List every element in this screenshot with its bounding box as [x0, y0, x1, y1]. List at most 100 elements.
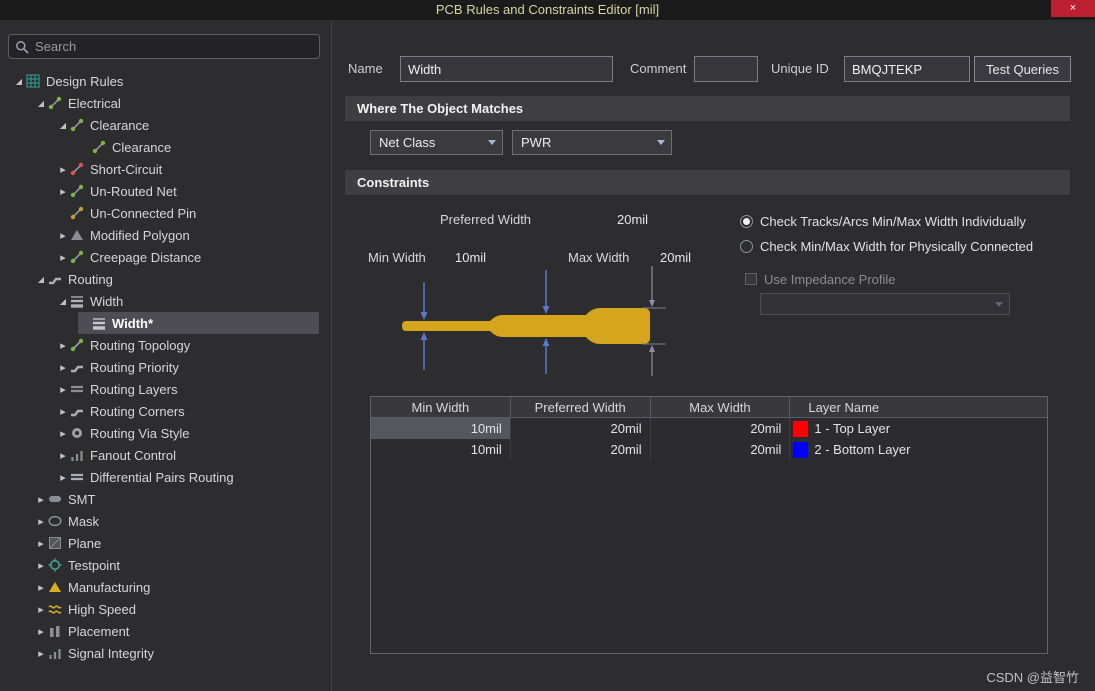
expand-arrow-icon[interactable]: ▸	[56, 251, 70, 264]
tree-item-label: Routing Layers	[90, 381, 178, 397]
width-rules-table: Min Width Preferred Width Max Width Layer N…	[370, 396, 1048, 654]
preferred-width-value[interactable]: 20mil	[617, 212, 648, 227]
tree-item-label: Width	[90, 293, 124, 309]
plane-icon	[48, 536, 64, 550]
tree-item-smt[interactable]: ▸ SMT	[0, 488, 331, 510]
table-body: 10mil 20mil 20mil 1 - Top Layer 10mil 20mil 20…	[371, 418, 1047, 460]
expand-arrow-icon[interactable]: ▸	[34, 493, 48, 506]
expand-arrow-icon[interactable]: ▸	[56, 185, 70, 198]
use-impedance-checkbox[interactable]: Use Impedance Profile	[745, 270, 896, 288]
expand-arrow-icon[interactable]: ▸	[56, 339, 70, 352]
collapse-arrow-icon[interactable]: ◢	[56, 297, 70, 306]
expand-arrow-icon[interactable]: ▸	[34, 625, 48, 638]
collapse-arrow-icon[interactable]: ◢	[56, 121, 70, 130]
signal-integrity-icon	[48, 646, 64, 660]
cell-layer-name[interactable]: 1 - Top Layer	[790, 418, 1047, 439]
creepage-distance-icon	[70, 250, 86, 264]
column-header-min-width[interactable]: Min Width	[371, 397, 511, 418]
tree-item-modified-polygon[interactable]: ▸ Modified Polygon	[0, 224, 331, 246]
tree-item-routing-corners[interactable]: ▸ Routing Corners	[0, 400, 331, 422]
tree-item-manufacturing[interactable]: ▸ Manufacturing	[0, 576, 331, 598]
tree-item-routing-via-style[interactable]: ▸ Routing Via Style	[0, 422, 331, 444]
expand-arrow-icon[interactable]: ▸	[56, 471, 70, 484]
expand-arrow-icon[interactable]: ▸	[34, 603, 48, 616]
tree-item-differential-pairs-routing[interactable]: ▸ Differential Pairs Routing	[0, 466, 331, 488]
cell-min-width[interactable]: 10mil	[371, 418, 511, 439]
tree-item-testpoint[interactable]: ▸ Testpoint	[0, 554, 331, 576]
cell-preferred-width[interactable]: 20mil	[511, 418, 651, 439]
testpoint-icon	[48, 558, 64, 572]
tree-item-routing-priority[interactable]: ▸ Routing Priority	[0, 356, 331, 378]
tree-item-un-routed-net[interactable]: ▸ Un-Routed Net	[0, 180, 331, 202]
routing-topology-icon	[70, 338, 86, 352]
tree-item-placement[interactable]: ▸ Placement	[0, 620, 331, 642]
name-label: Name	[348, 61, 383, 76]
cell-preferred-width[interactable]: 20mil	[511, 439, 651, 460]
routing-icon	[48, 272, 64, 286]
tree-item-label: Routing Via Style	[90, 425, 190, 441]
net-class-dropdown[interactable]: PWR	[512, 130, 672, 155]
layer-name-label: 2 - Bottom Layer	[814, 442, 911, 457]
collapse-arrow-icon[interactable]: ◢	[12, 77, 26, 86]
table-header-row: Min Width Preferred Width Max Width Layer N…	[371, 397, 1047, 418]
expand-arrow-icon[interactable]: ▸	[56, 383, 70, 396]
radio-check-connected[interactable]: Check Min/Max Width for Physically Conne…	[740, 237, 1033, 255]
search-box[interactable]	[8, 34, 320, 59]
tree-item-short-circuit[interactable]: ▸ Short-Circuit	[0, 158, 331, 180]
expand-arrow-icon[interactable]: ▸	[34, 559, 48, 572]
expand-arrow-icon[interactable]: ▸	[56, 449, 70, 462]
tree-item-width[interactable]: Width*	[0, 312, 331, 334]
radio-connected-label: Check Min/Max Width for Physically Conne…	[760, 238, 1034, 254]
expand-arrow-icon[interactable]: ▸	[34, 647, 48, 660]
expand-arrow-icon[interactable]: ▸	[56, 229, 70, 242]
comment-input[interactable]	[694, 56, 758, 82]
collapse-arrow-icon[interactable]: ◢	[34, 99, 48, 108]
expand-arrow-icon[interactable]: ▸	[34, 515, 48, 528]
radio-check-individually[interactable]: Check Tracks/Arcs Min/Max Width Individu…	[740, 212, 1026, 230]
tree-item-clearance[interactable]: ◢ Clearance	[0, 114, 331, 136]
expand-arrow-icon[interactable]: ▸	[56, 405, 70, 418]
cell-max-width[interactable]: 20mil	[651, 439, 791, 460]
tree-item-label: Fanout Control	[90, 447, 176, 463]
tree-item-label: Routing	[68, 271, 113, 287]
unrouted-net-icon	[70, 184, 86, 198]
test-queries-button[interactable]: Test Queries	[974, 56, 1071, 82]
cell-max-width[interactable]: 20mil	[651, 418, 791, 439]
tree-item-routing-layers[interactable]: ▸ Routing Layers	[0, 378, 331, 400]
tree-item-un-connected-pin[interactable]: Un-Connected Pin	[0, 202, 331, 224]
search-input[interactable]	[35, 39, 313, 54]
expand-arrow-icon[interactable]: ▸	[56, 361, 70, 374]
column-header-layer-name[interactable]: Layer Name	[790, 397, 1047, 418]
expand-arrow-icon[interactable]: ▸	[34, 537, 48, 550]
tree-item-plane[interactable]: ▸ Plane	[0, 532, 331, 554]
tree-item-mask[interactable]: ▸ Mask	[0, 510, 331, 532]
tree-item-label: Electrical	[68, 95, 121, 111]
cell-min-width[interactable]: 10mil	[371, 439, 511, 460]
routing-layers-icon	[70, 382, 86, 396]
scope-dropdown[interactable]: Net Class	[370, 130, 503, 155]
tree-item-fanout-control[interactable]: ▸ Fanout Control	[0, 444, 331, 466]
tree-item-electrical[interactable]: ◢ Electrical	[0, 92, 331, 114]
tree-item-high-speed[interactable]: ▸ High Speed	[0, 598, 331, 620]
impedance-profile-dropdown	[760, 293, 1010, 315]
column-header-preferred-width[interactable]: Preferred Width	[510, 397, 651, 418]
tree-item-width[interactable]: ◢ Width	[0, 290, 331, 312]
collapse-arrow-icon[interactable]: ◢	[34, 275, 48, 284]
tree-item-routing-topology[interactable]: ▸ Routing Topology	[0, 334, 331, 356]
tree-item-routing[interactable]: ◢ Routing	[0, 268, 331, 290]
expand-arrow-icon[interactable]: ▸	[56, 427, 70, 440]
chevron-down-icon	[989, 302, 1009, 307]
modified-polygon-icon	[70, 228, 86, 242]
cell-layer-name[interactable]: 2 - Bottom Layer	[790, 439, 1047, 460]
tree-item-signal-integrity[interactable]: ▸ Signal Integrity	[0, 642, 331, 664]
column-header-max-width[interactable]: Max Width	[650, 397, 791, 418]
name-input[interactable]	[400, 56, 613, 82]
expand-arrow-icon[interactable]: ▸	[34, 581, 48, 594]
unique-id-input[interactable]	[844, 56, 970, 82]
expand-arrow-icon[interactable]: ▸	[56, 163, 70, 176]
tree-item-clearance[interactable]: Clearance	[0, 136, 331, 158]
tree-item-creepage-distance[interactable]: ▸ Creepage Distance	[0, 246, 331, 268]
radio-individually-label: Check Tracks/Arcs Min/Max Width Individu…	[760, 213, 1026, 229]
close-button[interactable]: ×	[1051, 0, 1095, 17]
tree-item-design-rules[interactable]: ◢ Design Rules	[0, 70, 331, 92]
